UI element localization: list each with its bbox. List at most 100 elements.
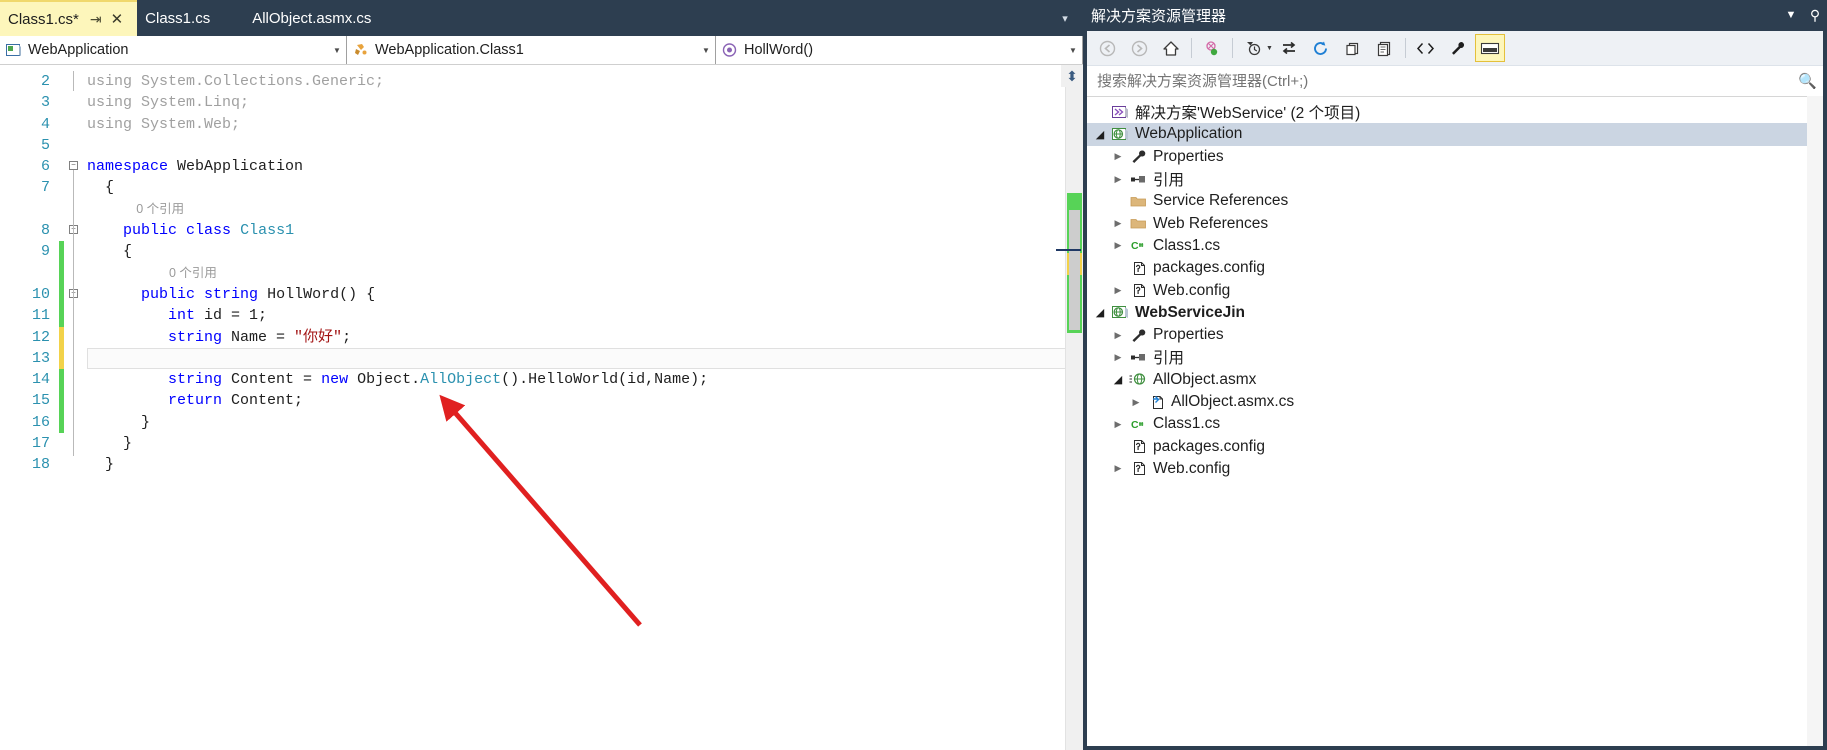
code-text-surface[interactable]: using System.Collections.Generic; using S… <box>83 65 1083 750</box>
folder-icon <box>1127 194 1149 209</box>
tree-item-class1.cs[interactable]: C Class1.cs <box>1087 235 1823 257</box>
change-marker <box>59 241 64 263</box>
navbar-project-dropdown[interactable]: WebApplication ▼ <box>0 36 347 64</box>
expand-collapse-icon-expanded[interactable] <box>1109 373 1127 386</box>
fold-toggle-icon[interactable]: − <box>69 161 78 171</box>
code-token: } <box>87 435 133 453</box>
tree-item-packages.config[interactable]: packages.config <box>1087 257 1823 279</box>
code-editor[interactable]: 2 3 4 5 6 7 8 9 10 11 12 13 14 15 16 17 18 −−− using S… <box>0 65 1083 750</box>
navbar-type-dropdown[interactable]: WebApplication.Class1 ▼ <box>347 36 716 64</box>
refresh-icon[interactable] <box>1306 34 1336 62</box>
code-line: return Content; <box>83 390 1083 411</box>
change-marker-bar <box>58 65 65 750</box>
tree-item-service-references[interactable]: Service References <box>1087 190 1823 212</box>
view-code-icon[interactable] <box>1411 34 1441 62</box>
navigation-bar: WebApplication ▼ WebApplication.Class1 ▼ <box>0 36 1083 65</box>
editor-vertical-scrollbar[interactable]: ▲ <box>1056 65 1083 750</box>
pin-icon[interactable]: ⇥ <box>85 12 107 26</box>
expand-collapse-icon-expanded[interactable] <box>1091 306 1109 319</box>
code-line: public string HollWord() { <box>83 284 1083 305</box>
solution-icon <box>1109 105 1131 120</box>
sync-with-active-document-icon[interactable] <box>1197 34 1227 62</box>
tab-label: Class1.cs <box>145 9 211 27</box>
collapse-all-icon[interactable] <box>1338 34 1368 62</box>
document-tab-class1[interactable]: Class1.cs <box>137 0 227 36</box>
code-token: { <box>87 179 115 197</box>
tree-item-web.config[interactable]: Web.config <box>1087 458 1823 480</box>
tree-item-properties[interactable]: Properties <box>1087 324 1823 346</box>
expand-collapse-icon-collapsed[interactable] <box>1109 463 1127 474</box>
expand-collapse-icon-collapsed[interactable] <box>1109 218 1127 229</box>
forward-icon[interactable] <box>1124 34 1154 62</box>
navbar-member-dropdown[interactable]: HollWord() ▼ <box>716 36 1083 64</box>
properties-wrench-icon <box>1127 149 1149 164</box>
code-token: string <box>204 285 259 303</box>
csharp-file-icon: C <box>1127 417 1149 432</box>
tree-item-webservicejin[interactable]: WebServiceJin <box>1087 302 1823 324</box>
search-icon[interactable]: 🔍 <box>1792 72 1817 90</box>
tree-item-class1.cs[interactable]: C Class1.cs <box>1087 413 1823 435</box>
home-icon[interactable] <box>1156 34 1186 62</box>
expand-collapse-icon-collapsed[interactable] <box>1109 151 1127 162</box>
scrollbar-thumb[interactable] <box>1069 210 1080 330</box>
expand-collapse-icon-collapsed[interactable] <box>1109 419 1127 430</box>
expand-collapse-icon-collapsed[interactable] <box>1127 397 1145 408</box>
solution-explorer-scrollbar[interactable] <box>1807 96 1823 746</box>
preview-selected-items-icon[interactable] <box>1474 34 1505 62</box>
expand-collapse-icon-collapsed[interactable] <box>1109 240 1127 251</box>
expand-collapse-icon-collapsed[interactable] <box>1109 330 1127 341</box>
web-project-icon <box>1109 127 1131 142</box>
code-folding-column[interactable]: −−− <box>65 65 83 750</box>
tree-item-packages.config[interactable]: packages.config <box>1087 435 1823 457</box>
change-marker <box>59 326 64 348</box>
tree-item--[interactable]: 引用 <box>1087 168 1823 190</box>
document-tab-class1-active[interactable]: Class1.cs* ⇥ ✕ <box>0 0 138 36</box>
tree-item-webapplication[interactable]: WebApplication <box>1087 123 1823 146</box>
tree-item--webservice-2-[interactable]: 解决方案'WebService' (2 个项目) <box>1087 101 1823 123</box>
pin-icon[interactable]: ⚲ <box>1803 7 1827 24</box>
solution-explorer-search[interactable]: 🔍 <box>1087 66 1823 97</box>
method-icon <box>720 42 740 58</box>
tree-item-label: WebApplication <box>1135 125 1243 143</box>
tree-item-label: Web.config <box>1153 459 1231 477</box>
tree-item--[interactable]: 引用 <box>1087 346 1823 368</box>
line-number: 18 <box>31 456 50 474</box>
chevron-down-icon[interactable]: ▼ <box>1064 46 1082 55</box>
tree-item-web.config[interactable]: Web.config <box>1087 279 1823 301</box>
expand-collapse-icon-collapsed[interactable] <box>1109 285 1127 296</box>
config-file-icon <box>1127 439 1149 454</box>
split-view-icon[interactable]: ⬍ <box>1061 65 1083 87</box>
chevron-down-icon[interactable]: ▼ <box>328 46 346 55</box>
view-designer-icon[interactable] <box>1443 34 1473 62</box>
show-all-files-icon[interactable] <box>1274 34 1304 62</box>
tree-item-allobject.asmx.cs[interactable]: AllObject.asmx.cs <box>1087 391 1823 413</box>
code-token: "你好" <box>294 328 343 346</box>
config-file-icon <box>1127 261 1149 276</box>
chevron-down-icon[interactable]: ▼ <box>697 46 715 55</box>
pending-changes-filter-icon[interactable] <box>1238 34 1268 62</box>
expand-collapse-icon-collapsed[interactable] <box>1109 174 1127 185</box>
search-input[interactable] <box>1095 71 1793 91</box>
chevron-down-icon[interactable]: ▾ <box>1047 0 1083 36</box>
code-line: int id = 1; <box>83 305 1083 326</box>
close-icon[interactable]: ✕ <box>107 12 128 27</box>
properties-wrench-icon <box>1127 328 1149 343</box>
change-marker <box>59 433 64 454</box>
chevron-down-icon[interactable]: ▼ <box>1266 45 1273 52</box>
document-tab-allobject-asmx-cs[interactable]: AllObject.asmx.cs <box>226 0 406 36</box>
tree-item-web-references[interactable]: Web References <box>1087 212 1823 234</box>
current-line-highlight[interactable] <box>87 347 1069 370</box>
tab-label: AllObject.asmx.cs <box>252 9 372 27</box>
back-icon[interactable] <box>1092 34 1122 62</box>
references-icon <box>1127 350 1149 365</box>
tree-item-properties[interactable]: Properties <box>1087 146 1823 168</box>
solution-tree[interactable]: 解决方案'WebService' (2 个项目) WebApplication Pr… <box>1087 97 1823 746</box>
tree-item-allobject.asmx[interactable]: AllObject.asmx <box>1087 369 1823 391</box>
tree-item-label: Web.config <box>1153 281 1231 299</box>
expand-collapse-icon-expanded[interactable] <box>1091 128 1109 141</box>
expand-collapse-icon-collapsed[interactable] <box>1109 352 1127 363</box>
properties-window-icon[interactable] <box>1370 34 1400 62</box>
window-dropdown-icon[interactable]: ▼ <box>1779 9 1803 21</box>
